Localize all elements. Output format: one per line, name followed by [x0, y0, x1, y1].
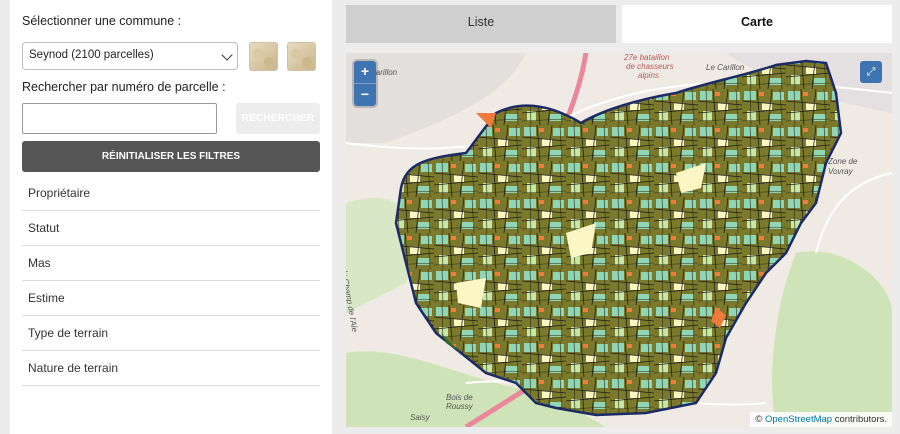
- filter-statut[interactable]: Statut: [22, 211, 320, 246]
- filter-type-terrain[interactable]: Type de terrain: [22, 316, 320, 351]
- reset-filters-button[interactable]: RÉINITIALISER LES FILTRES: [22, 141, 320, 172]
- osm-link[interactable]: OpenStreetMap: [765, 414, 832, 425]
- attribution-prefix: ©: [755, 414, 765, 425]
- commune-select-value: Seynod (2100 parcelles): [29, 49, 154, 61]
- attribution-suffix: contributors.: [832, 414, 887, 425]
- map-background-thumbnail-1[interactable]: [249, 42, 278, 71]
- map-place-label: Vovray: [828, 167, 853, 176]
- zoom-out-button[interactable]: −: [354, 83, 376, 106]
- green-area: [772, 251, 892, 427]
- map-place-label: de chasseurs: [626, 62, 674, 71]
- tab-liste[interactable]: Liste: [346, 5, 616, 43]
- commune-label: Sélectionner une commune :: [22, 14, 182, 28]
- map-place-label: Saisy: [410, 413, 430, 422]
- map-canvas: [346, 53, 892, 427]
- chevron-down-icon: [221, 49, 233, 61]
- parcel-search-label: Rechercher par numéro de parcelle :: [22, 80, 226, 94]
- map-place-label: alpins: [638, 71, 659, 80]
- filter-proprietaire[interactable]: Propriétaire: [22, 176, 320, 211]
- zoom-in-button[interactable]: +: [354, 61, 376, 83]
- parcel-map[interactable]: Carillon Le Carillon 27e bataillon de ch…: [346, 53, 892, 427]
- map-place-label: Le Carillon: [706, 63, 745, 72]
- fullscreen-icon[interactable]: ⤢: [860, 61, 882, 83]
- map-place-label: Zone de: [828, 157, 858, 166]
- search-button[interactable]: RECHERCHER: [236, 103, 320, 134]
- map-place-label: Bois de: [446, 393, 473, 402]
- tab-carte[interactable]: Carte: [622, 5, 892, 43]
- filter-mas[interactable]: Mas: [22, 246, 320, 281]
- map-attribution: © OpenStreetMap contributors.: [750, 412, 892, 427]
- filter-estime[interactable]: Estime: [22, 281, 320, 316]
- map-place-label: Roussy: [446, 402, 473, 411]
- map-background-thumbnail-2[interactable]: [287, 42, 316, 71]
- parcel-cream[interactable]: [456, 278, 486, 308]
- filter-nature-terrain[interactable]: Nature de terrain: [22, 351, 320, 386]
- filter-panel: Sélectionner une commune : Seynod (2100 …: [10, 0, 332, 434]
- zoom-control: + −: [354, 61, 376, 106]
- map-place-label: 27e bataillon: [624, 53, 670, 62]
- commune-select[interactable]: Seynod (2100 parcelles): [22, 42, 238, 70]
- filter-list: Propriétaire Statut Mas Estime Type de t…: [22, 176, 320, 386]
- parcel-search-input[interactable]: [22, 103, 217, 134]
